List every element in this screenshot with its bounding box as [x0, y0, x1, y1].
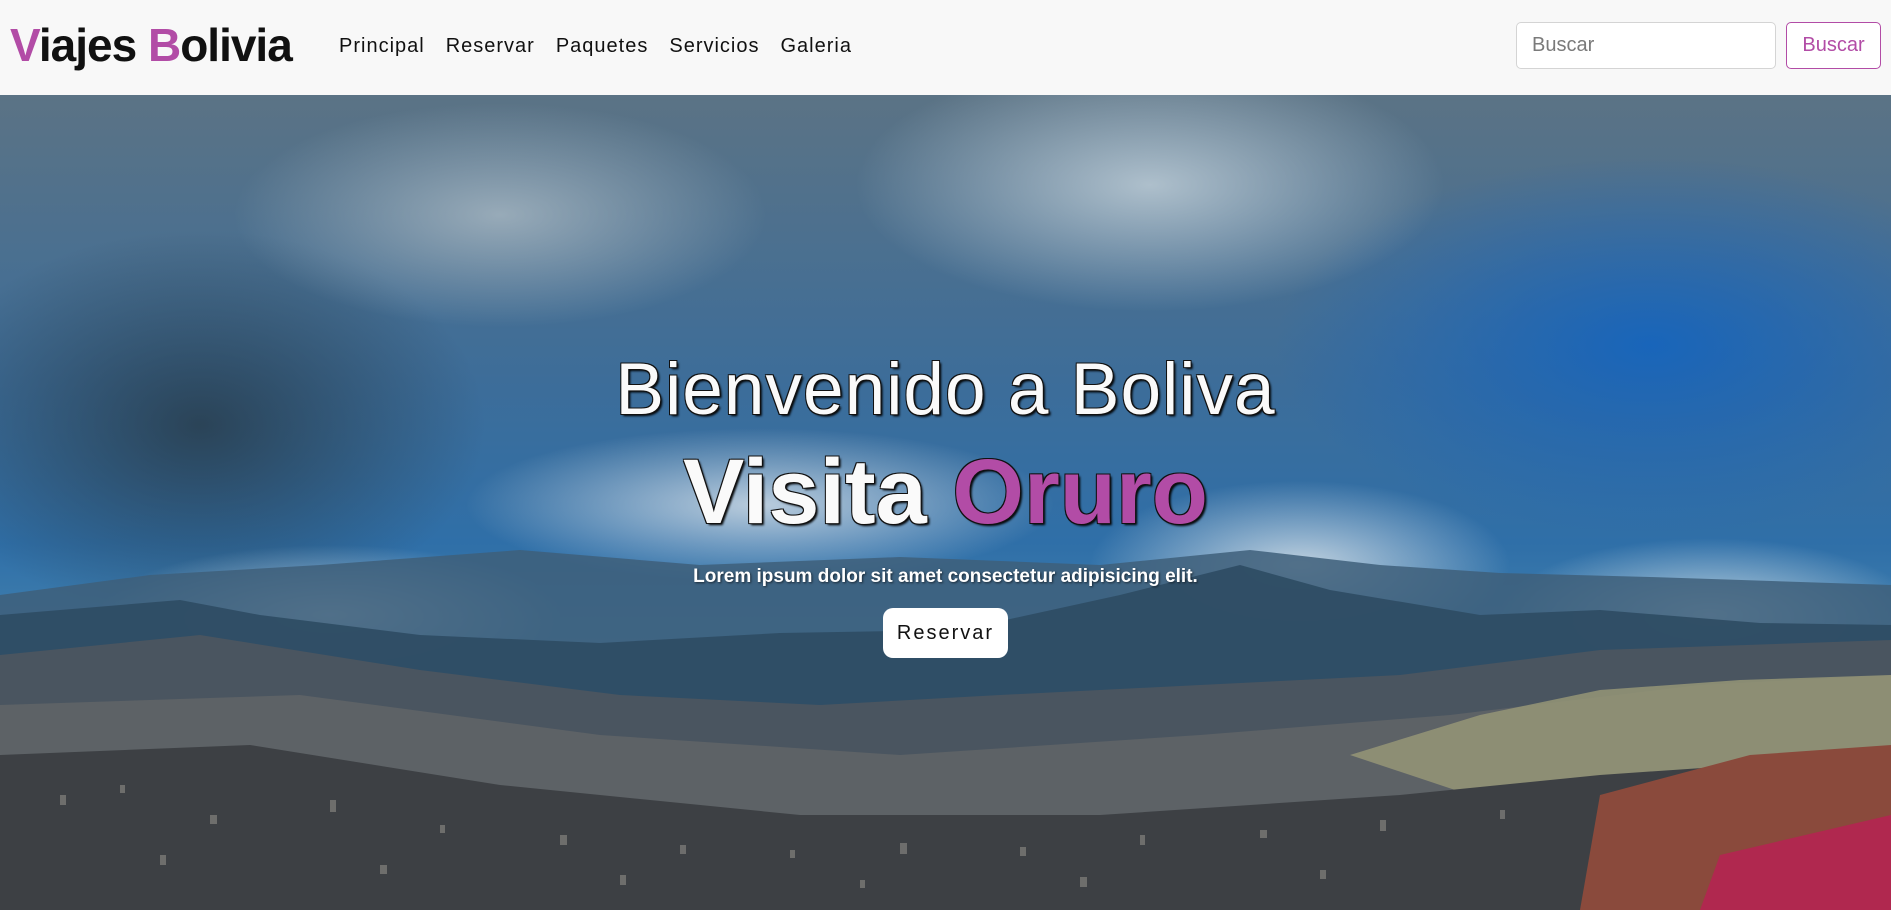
brand-text-bolivia: olivia [180, 19, 293, 71]
search-button[interactable]: Buscar [1786, 22, 1881, 69]
hero-title: Bienvenido a Boliva [615, 349, 1276, 430]
nav-item-servicios[interactable]: Servicios [669, 31, 759, 61]
navbar: Viajes Bolivia Principal Reservar Paquet… [0, 0, 1891, 95]
hero-subtitle-plain: Visita [683, 441, 953, 543]
hero-content: Bienvenido a Boliva Visita Oruro Lorem i… [0, 350, 1891, 658]
reservar-button[interactable]: Reservar [883, 608, 1008, 658]
nav-item-paquetes[interactable]: Paquetes [556, 31, 649, 61]
nav-item-galeria[interactable]: Galeria [781, 31, 852, 61]
hero-subtitle-accent: Oruro [952, 441, 1208, 543]
nav-links: Principal Reservar Paquetes Servicios Ga… [339, 31, 873, 61]
brand-initial-b: B [147, 19, 181, 71]
nav-item-reservar[interactable]: Reservar [446, 31, 535, 61]
nav-item-principal[interactable]: Principal [339, 31, 425, 61]
hero-subtitle: Visita Oruro [0, 437, 1891, 547]
search-input[interactable] [1516, 22, 1776, 69]
hero-description: Lorem ipsum dolor sit amet consectetur a… [693, 566, 1198, 587]
hero-banner: Bienvenido a Boliva Visita Oruro Lorem i… [0, 95, 1891, 910]
brand-logo[interactable]: Viajes Bolivia [10, 18, 293, 72]
brand-text-viajes: iajes [38, 19, 148, 71]
brand-initial-v: V [10, 19, 40, 71]
